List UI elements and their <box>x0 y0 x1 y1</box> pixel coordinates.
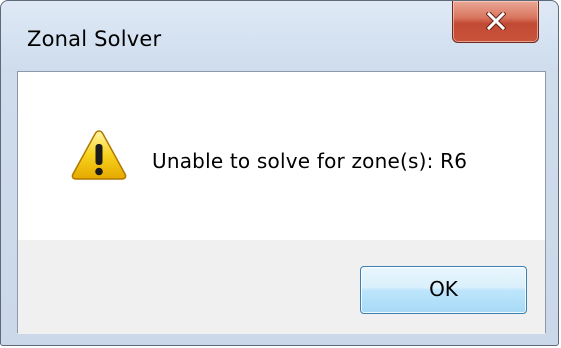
message-text: Unable to solve for zone(s): R6 <box>152 149 468 173</box>
warning-icon <box>71 130 127 180</box>
title-bar[interactable]: Zonal Solver <box>1 1 558 71</box>
message-area: Unable to solve for zone(s): R6 <box>18 72 545 240</box>
ok-button[interactable]: OK <box>360 266 527 314</box>
button-bar: OK <box>18 240 545 334</box>
close-icon <box>486 12 506 30</box>
dialog-window: Zonal Solver Unable to solve for zone(s)… <box>0 0 559 346</box>
dialog-content: Unable to solve for zone(s): R6 OK <box>17 71 546 334</box>
close-button[interactable] <box>452 1 539 43</box>
window-title: Zonal Solver <box>27 27 162 51</box>
